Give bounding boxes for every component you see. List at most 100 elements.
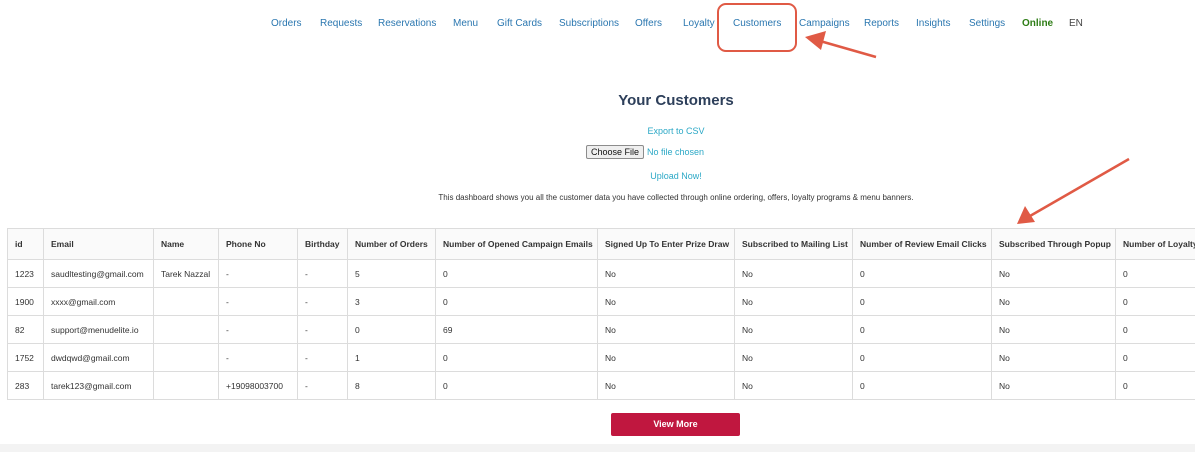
choose-file-button[interactable]: Choose File — [586, 145, 645, 159]
table-cell: 1900 — [7, 287, 44, 316]
nav-reports[interactable]: Reports — [864, 18, 899, 29]
table-cell: dwdqwd@gmail.com — [43, 343, 154, 372]
column-header-birthday[interactable]: Birthday — [297, 228, 348, 260]
table-cell: 0 — [852, 371, 992, 400]
table-cell: No — [597, 343, 735, 372]
table-cell: 0 — [852, 343, 992, 372]
annotation-highlight-box — [717, 3, 797, 52]
nav-campaigns[interactable]: Campaigns — [799, 18, 850, 29]
table-cell: - — [218, 343, 298, 372]
language-selector[interactable]: EN — [1069, 18, 1083, 29]
nav-requests[interactable]: Requests — [320, 18, 362, 29]
table-cell: +19098003700 — [218, 371, 298, 400]
table-cell: 1223 — [7, 259, 44, 288]
table-cell: No — [991, 343, 1116, 372]
column-header-mailing-list[interactable]: Subscribed to Mailing List — [734, 228, 853, 260]
table-cell: No — [734, 315, 853, 344]
table-cell — [153, 315, 219, 344]
column-header-id[interactable]: id — [7, 228, 44, 260]
annotation-arrow-customers — [805, 31, 877, 59]
table-row: 283 tarek123@gmail.com +19098003700 - 8 … — [7, 371, 1195, 400]
table-cell: saudltesting@gmail.com — [43, 259, 154, 288]
table-row: 82 support@menudelite.io - - 0 69 No No … — [7, 315, 1195, 344]
table-cell: 0 — [435, 259, 598, 288]
table-cell: xxxx@gmail.com — [43, 287, 154, 316]
table-row: 1752 dwdqwd@gmail.com - - 1 0 No No 0 No… — [7, 343, 1195, 372]
table-cell: 0 — [1115, 287, 1195, 316]
table-cell: 0 — [435, 287, 598, 316]
table-cell: 0 — [1115, 371, 1195, 400]
table-cell: No — [597, 371, 735, 400]
nav-reservations[interactable]: Reservations — [378, 18, 436, 29]
table-cell: - — [297, 287, 348, 316]
table-cell: No — [991, 259, 1116, 288]
table-cell: No — [734, 343, 853, 372]
table-cell: No — [734, 259, 853, 288]
table-cell: No — [734, 287, 853, 316]
table-cell — [153, 371, 219, 400]
table-cell: 0 — [1115, 259, 1195, 288]
column-header-popup[interactable]: Subscribed Through Popup — [991, 228, 1116, 260]
column-header-phone[interactable]: Phone No — [218, 228, 298, 260]
column-header-name[interactable]: Name — [153, 228, 219, 260]
column-header-review-clicks[interactable]: Number of Review Email Clicks — [852, 228, 992, 260]
table-cell: 1752 — [7, 343, 44, 372]
table-cell: No — [991, 315, 1116, 344]
table-cell: No — [991, 287, 1116, 316]
column-header-email[interactable]: Email — [43, 228, 154, 260]
table-cell: 8 — [347, 371, 436, 400]
table-cell: 0 — [852, 287, 992, 316]
nav-loyalty[interactable]: Loyalty — [683, 18, 715, 29]
table-row: 1223 saudltesting@gmail.com Tarek Nazzal… — [7, 259, 1195, 288]
table-cell: 3 — [347, 287, 436, 316]
table-cell: - — [297, 315, 348, 344]
table-cell: 0 — [852, 259, 992, 288]
online-status: Online — [1022, 18, 1054, 29]
table-cell: 283 — [7, 371, 44, 400]
dashboard-description: This dashboard shows you all the custome… — [438, 193, 914, 202]
page-title: Your Customers — [618, 92, 734, 109]
customers-table: id Email Name Phone No Birthday Number o… — [7, 228, 1195, 400]
table-cell: - — [218, 287, 298, 316]
table-row: 1900 xxxx@gmail.com - - 3 0 No No 0 No 0 — [7, 287, 1195, 316]
upload-now-link[interactable]: Upload Now! — [0, 171, 1195, 181]
nav-offers[interactable]: Offers — [635, 18, 662, 29]
table-cell: 82 — [7, 315, 44, 344]
table-cell: support@menudelite.io — [43, 315, 154, 344]
annotation-arrow-popup — [1017, 157, 1130, 224]
table-cell: No — [597, 259, 735, 288]
table-cell: - — [218, 315, 298, 344]
table-cell: - — [297, 259, 348, 288]
table-cell: No — [597, 287, 735, 316]
table-cell: 69 — [435, 315, 598, 344]
table-cell — [153, 287, 219, 316]
table-cell: - — [297, 371, 348, 400]
nav-gift-cards[interactable]: Gift Cards — [497, 18, 542, 29]
table-cell: 1 — [347, 343, 436, 372]
table-header-row: id Email Name Phone No Birthday Number o… — [7, 228, 1195, 260]
nav-menu[interactable]: Menu — [453, 18, 478, 29]
table-cell: 0 — [1115, 343, 1195, 372]
export-csv-link[interactable]: Export to CSV — [0, 126, 1195, 136]
table-cell: No — [734, 371, 853, 400]
nav-orders[interactable]: Orders — [271, 18, 302, 29]
column-header-prize-draw[interactable]: Signed Up To Enter Prize Draw — [597, 228, 735, 260]
table-cell: 0 — [435, 343, 598, 372]
table-cell: Tarek Nazzal — [153, 259, 219, 288]
file-status-text: No file chosen — [647, 147, 705, 157]
table-cell: No — [991, 371, 1116, 400]
column-header-loyalty[interactable]: Number of Loyalty — [1115, 228, 1195, 260]
nav-settings[interactable]: Settings — [969, 18, 1005, 29]
footer-band — [0, 444, 1195, 452]
nav-subscriptions[interactable]: Subscriptions — [559, 18, 619, 29]
table-cell: 0 — [1115, 315, 1195, 344]
customers-table-container[interactable]: id Email Name Phone No Birthday Number o… — [7, 228, 1195, 400]
table-cell: No — [597, 315, 735, 344]
nav-insights[interactable]: Insights — [916, 18, 950, 29]
table-cell: 0 — [435, 371, 598, 400]
table-cell: - — [218, 259, 298, 288]
table-cell: tarek123@gmail.com — [43, 371, 154, 400]
view-more-button[interactable]: View More — [611, 413, 740, 436]
column-header-opened-emails[interactable]: Number of Opened Campaign Emails — [435, 228, 598, 260]
column-header-orders[interactable]: Number of Orders — [347, 228, 436, 260]
